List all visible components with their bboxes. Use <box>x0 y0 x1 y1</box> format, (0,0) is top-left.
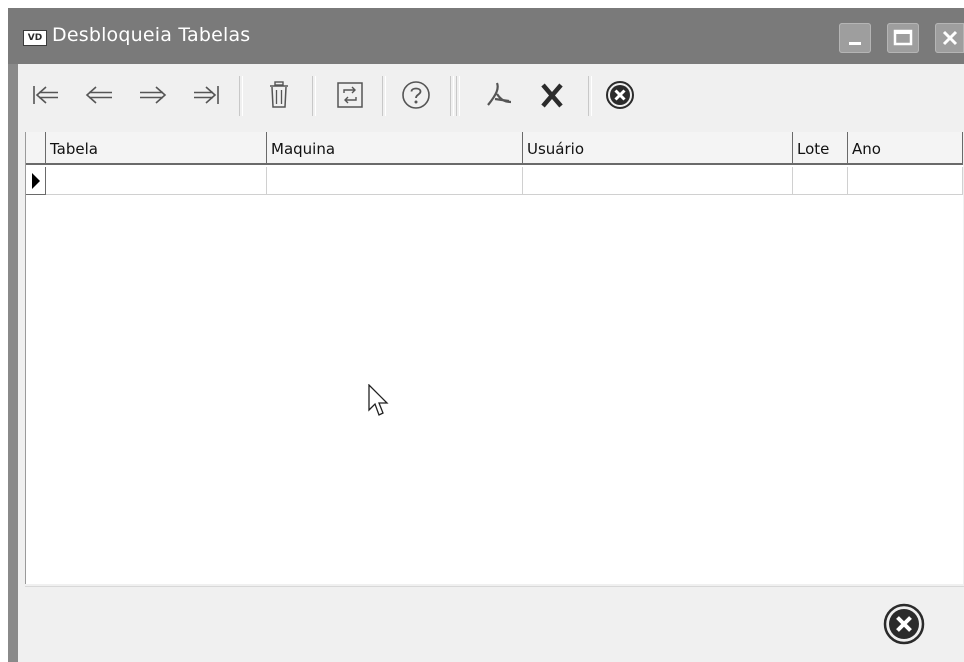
refresh-button[interactable] <box>332 72 368 118</box>
first-record-button[interactable] <box>28 72 62 118</box>
column-header-lote[interactable]: Lote <box>793 132 848 165</box>
export-pdf-button[interactable] <box>480 72 516 118</box>
close-circle-icon <box>883 603 925 645</box>
close-form-button[interactable] <box>600 72 640 118</box>
mouse-cursor-icon <box>368 384 389 416</box>
maximize-icon <box>893 29 913 46</box>
cell-tabela[interactable] <box>46 167 267 195</box>
row-pointer-icon <box>32 173 40 189</box>
first-icon <box>33 86 58 104</box>
toolbar-separator <box>450 76 454 116</box>
column-header-usuario[interactable]: Usuário <box>523 132 793 165</box>
cell-lote[interactable] <box>793 167 848 195</box>
next-icon <box>140 86 167 104</box>
close-circle-icon <box>606 81 634 109</box>
cell-ano[interactable] <box>848 167 963 195</box>
title-bar[interactable]: VD Desbloqueia Tabelas <box>8 8 964 64</box>
close-icon <box>942 30 958 46</box>
minimize-icon <box>849 42 861 45</box>
cell-usuario[interactable] <box>523 167 793 195</box>
toolbar-separator <box>456 76 460 116</box>
toolbar-separator <box>382 76 386 116</box>
export-excel-button[interactable] <box>534 72 570 118</box>
app-icon: VD <box>23 30 47 46</box>
refresh-icon <box>337 82 363 108</box>
bottom-close-button[interactable] <box>881 601 927 647</box>
bottom-panel <box>25 586 964 661</box>
column-header-ano[interactable]: Ano <box>848 132 963 165</box>
next-record-button[interactable] <box>136 72 170 118</box>
help-button[interactable] <box>398 72 434 118</box>
data-grid[interactable]: Tabela Maquina Usuário Lote Ano <box>25 132 963 584</box>
trash-icon <box>270 81 288 108</box>
maximize-button[interactable] <box>887 23 919 53</box>
window-title: Desbloqueia Tabelas <box>52 24 251 46</box>
last-record-button[interactable] <box>190 72 224 118</box>
excel-icon <box>541 83 563 108</box>
toolbar-separator <box>239 76 243 116</box>
delete-button[interactable] <box>262 72 296 118</box>
column-header-tabela[interactable]: Tabela <box>46 132 267 165</box>
window-left-border <box>8 64 18 662</box>
minimize-button[interactable] <box>839 23 871 53</box>
close-window-button[interactable] <box>935 23 964 53</box>
prior-icon <box>85 86 112 104</box>
toolbar-separator <box>588 76 592 116</box>
help-icon <box>402 81 430 109</box>
pdf-icon <box>487 82 512 106</box>
column-header-maquina[interactable]: Maquina <box>267 132 523 165</box>
toolbar <box>20 72 956 118</box>
prior-record-button[interactable] <box>82 72 116 118</box>
current-row-indicator <box>26 167 46 195</box>
toolbar-separator <box>312 76 316 116</box>
last-icon <box>194 86 219 104</box>
cell-maquina[interactable] <box>267 167 523 195</box>
row-indicator-header <box>26 132 46 165</box>
